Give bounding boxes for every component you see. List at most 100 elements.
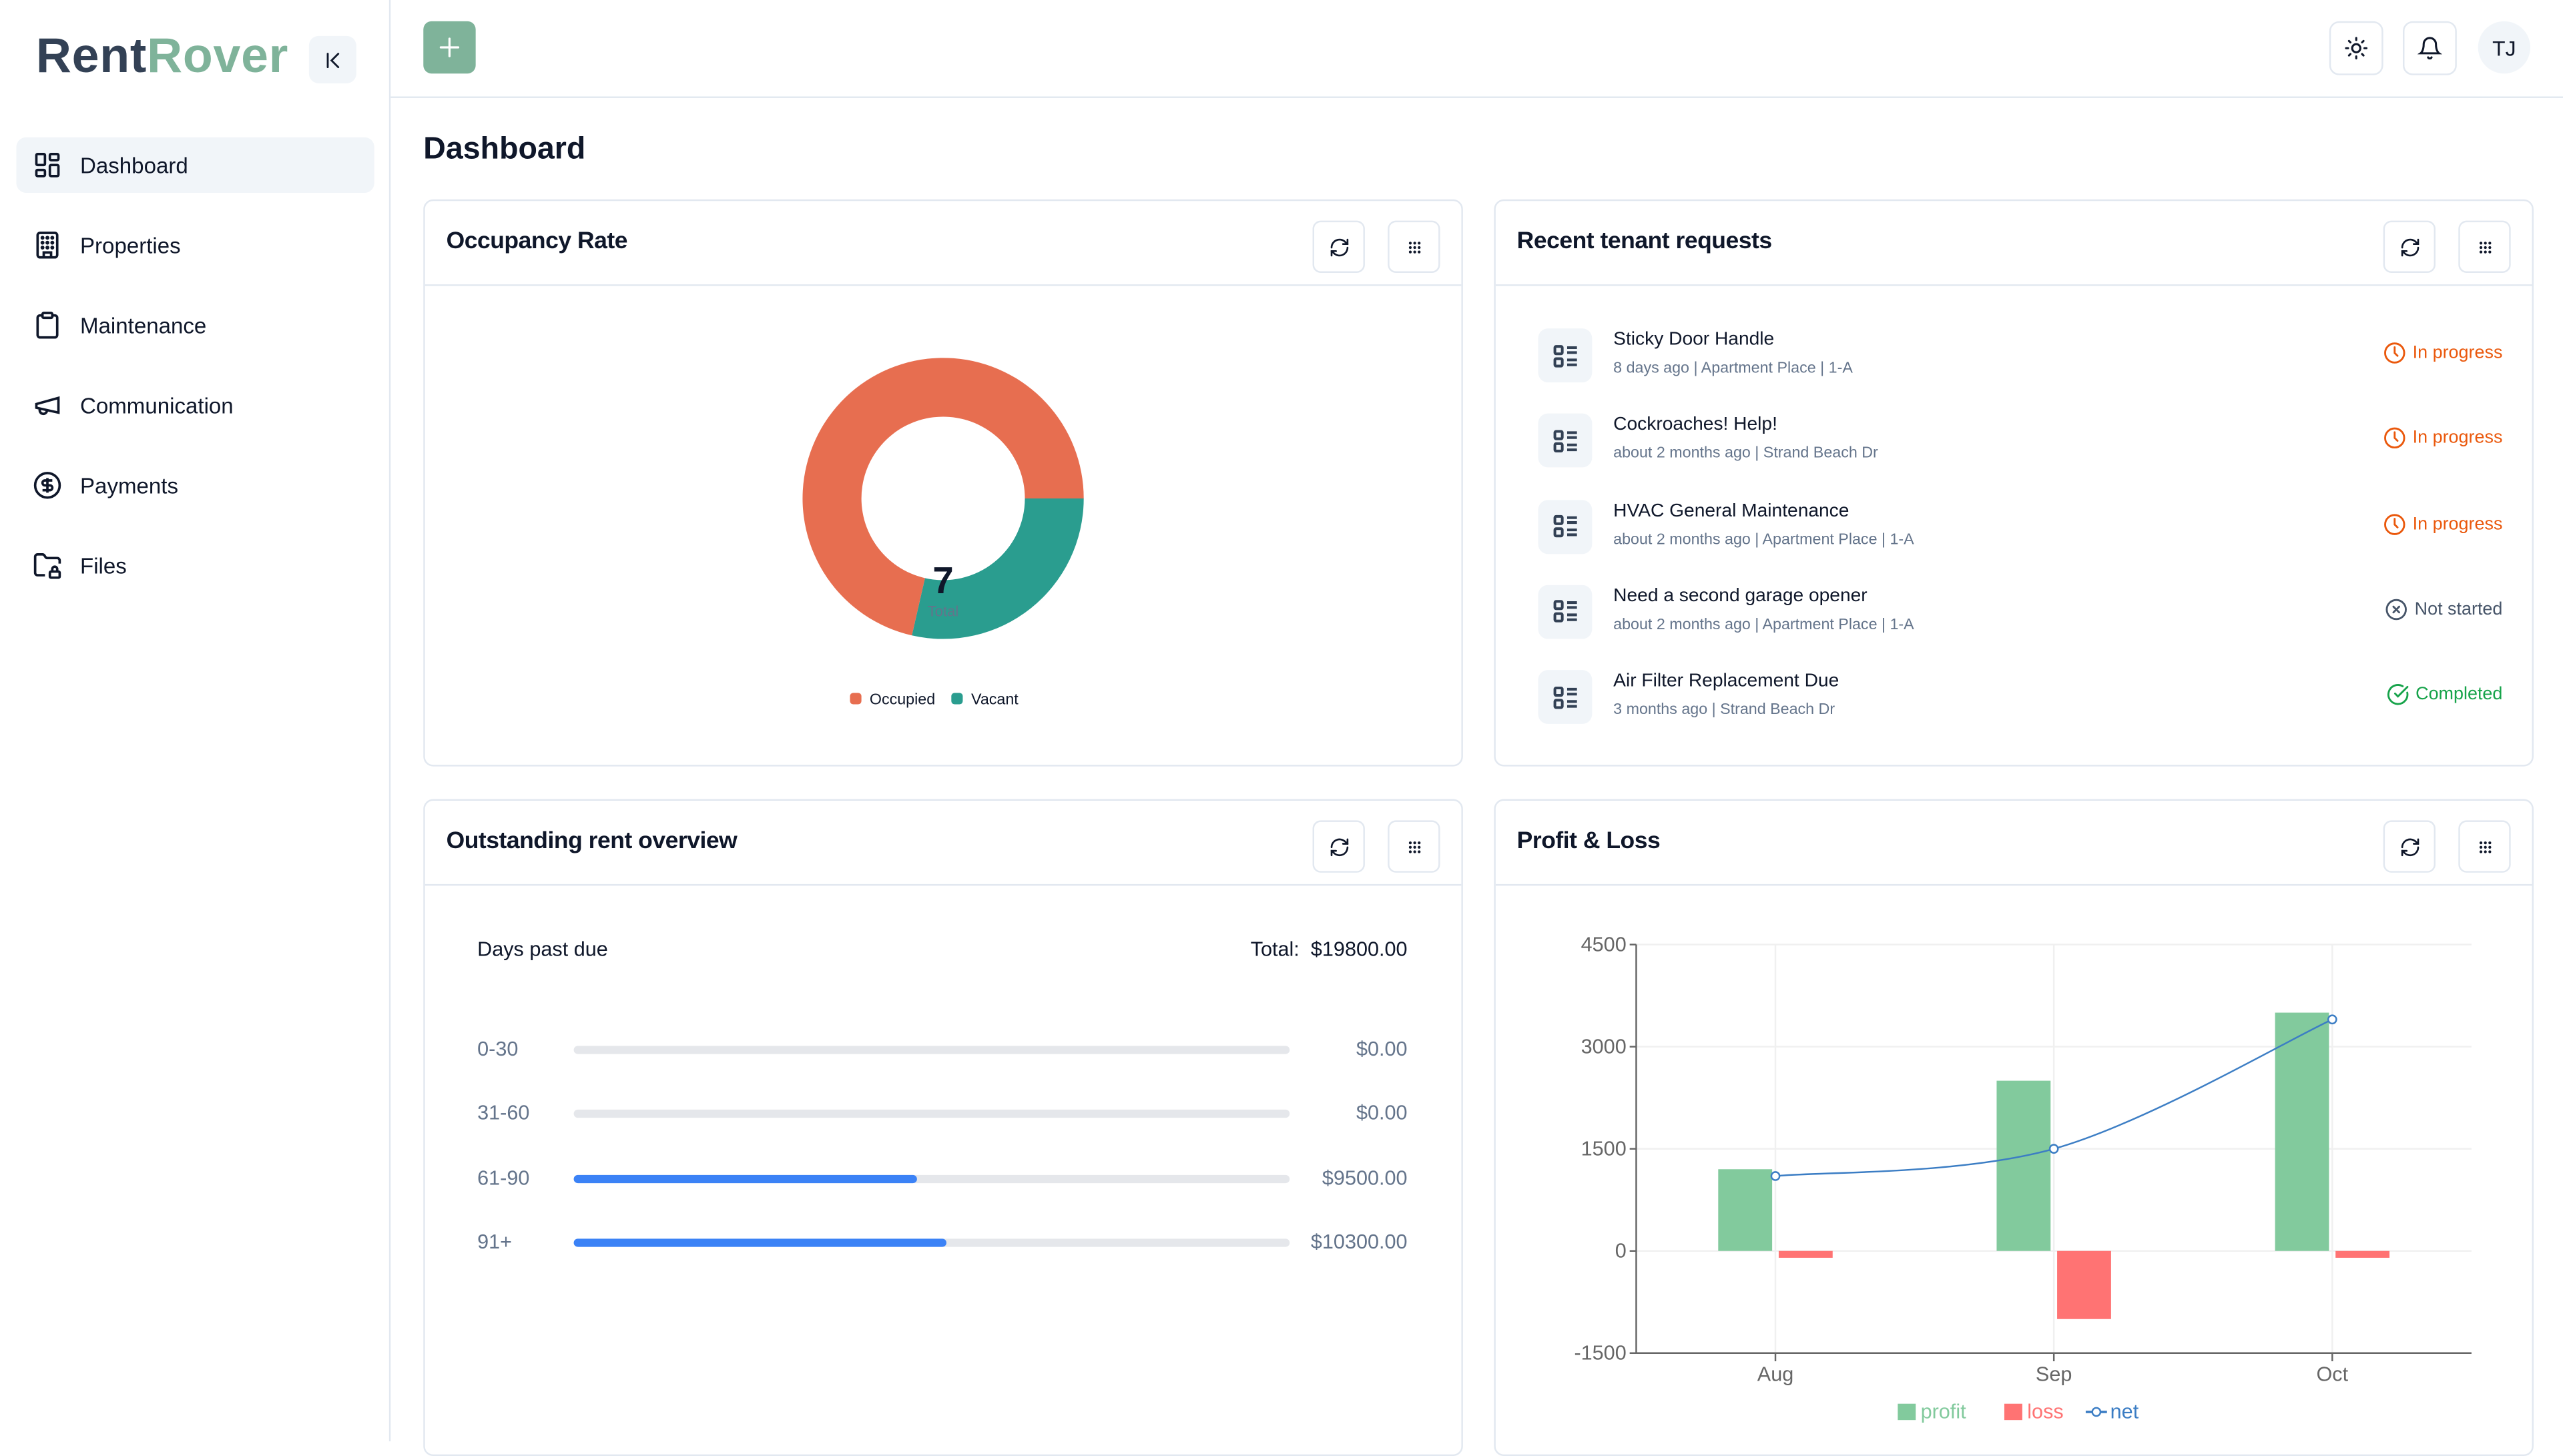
card-title: Outstanding rent overview	[446, 828, 738, 855]
clock-icon	[2383, 342, 2405, 364]
days-past-due-heading: Days past due	[477, 938, 608, 962]
bar-profit-sep[interactable]	[1996, 1080, 2051, 1251]
request-type-icon-box	[1538, 670, 1593, 725]
card-header: Occupancy Rate	[424, 201, 1462, 286]
collapse-left-icon	[326, 51, 338, 67]
status-label: In progress	[2412, 514, 2503, 534]
dashboard-icon	[35, 152, 60, 177]
status-label: Not started	[2414, 599, 2503, 619]
drag-handle-button[interactable]	[1388, 220, 1440, 273]
request-item[interactable]: Sticky Door Handle 8 days ago | Apartmen…	[1538, 328, 2503, 394]
bucket-progress-track	[573, 1174, 1290, 1183]
card-header: Outstanding rent overview	[424, 801, 1462, 886]
refresh-button[interactable]	[2383, 820, 2436, 873]
status-label: In progress	[2412, 343, 2503, 363]
theme-toggle-button[interactable]	[2329, 21, 2383, 75]
sidebar-item-payments[interactable]: Payments	[16, 458, 374, 513]
point-net-sep[interactable]	[2048, 1144, 2059, 1154]
request-status: Completed	[2386, 683, 2502, 706]
donut-center-value: 7	[932, 559, 953, 601]
y-tick-label: 4500	[1581, 933, 1627, 956]
add-button[interactable]	[423, 21, 476, 74]
top-bar: TJ	[390, 0, 2563, 98]
bar-profit-aug[interactable]	[1718, 1169, 1773, 1251]
card-title: Occupancy Rate	[446, 228, 628, 256]
request-status: In progress	[2383, 342, 2503, 364]
refresh-button[interactable]	[1312, 820, 1365, 873]
request-item[interactable]: Cockroaches! Help! about 2 months ago | …	[1538, 414, 2502, 479]
drag-handle-button[interactable]	[2458, 820, 2511, 873]
app-root: RentRover Dashboard Properties Maintenan…	[0, 0, 2563, 1456]
refresh-icon	[1330, 238, 1348, 256]
rent-bucket-row: 91+ $10300.00	[477, 1230, 1407, 1256]
x-tick-label: Aug	[1757, 1363, 1793, 1385]
point-net-aug[interactable]	[1770, 1171, 1781, 1181]
list-icon	[1552, 430, 1577, 452]
sidebar-item-properties[interactable]: Properties	[16, 218, 374, 273]
user-avatar[interactable]: TJ	[2478, 21, 2531, 74]
legend-label: net	[2110, 1401, 2139, 1423]
list-icon	[1552, 515, 1577, 538]
request-meta: about 2 months ago | Apartment Place | 1…	[1613, 616, 1914, 634]
bucket-label: 0-30	[477, 1038, 519, 1061]
legend-item-profit[interactable]: profit	[1898, 1401, 1966, 1423]
x-tick-label: Oct	[2317, 1363, 2349, 1385]
sidebar-item-label: Maintenance	[80, 312, 207, 338]
bucket-progress-fill	[573, 1238, 946, 1247]
bar-loss-aug[interactable]	[1778, 1250, 1833, 1258]
sidebar-item-files[interactable]: Files	[16, 538, 374, 593]
request-item[interactable]: Air Filter Replacement Due 3 months ago …	[1538, 670, 2502, 736]
legend-label: loss	[2027, 1401, 2063, 1423]
bucket-label: 61-90	[477, 1166, 530, 1189]
sidebar-item-dashboard[interactable]: Dashboard	[16, 137, 374, 193]
grip-icon	[1408, 241, 1420, 253]
y-tick-label: 0	[1615, 1240, 1627, 1262]
collapse-sidebar-button[interactable]	[308, 35, 356, 83]
drag-handle-button[interactable]	[2458, 220, 2511, 273]
sidebar-item-maintenance[interactable]: Maintenance	[16, 298, 374, 353]
request-title: Cockroaches! Help!	[1613, 415, 1777, 436]
legend-item-loss[interactable]: loss	[2004, 1401, 2064, 1423]
sidebar-item-communication[interactable]: Communication	[16, 378, 374, 433]
y-tick-label: -1500	[1574, 1342, 1626, 1365]
legend-item-net[interactable]: net	[2085, 1401, 2139, 1423]
bucket-progress-track	[573, 1046, 1290, 1054]
bell-icon	[2417, 37, 2442, 60]
bar-loss-sep[interactable]	[2057, 1250, 2111, 1319]
request-item[interactable]: Need a second garage opener about 2 mont…	[1538, 585, 2503, 650]
refresh-button[interactable]	[2383, 220, 2436, 273]
point-net-oct[interactable]	[2327, 1014, 2337, 1025]
status-label: Completed	[2415, 685, 2503, 705]
legend-swatch	[1898, 1403, 1916, 1421]
check-circle-icon	[2387, 684, 2408, 705]
card-title: Profit & Loss	[1516, 828, 1661, 855]
rent-bucket-row: 61-90 $9500.00	[477, 1166, 1407, 1192]
rent-total-label: Total:	[1250, 938, 1300, 962]
profit-loss-chart: -1500 0 1500 3000 4500 Aug Sep Oct profit loss net	[1574, 933, 2472, 1423]
refresh-button[interactable]	[1312, 220, 1365, 273]
x-tick-label: Sep	[2036, 1363, 2072, 1385]
legend-label: Occupied	[869, 691, 936, 709]
bucket-amount: $0.00	[1356, 1038, 1408, 1061]
notifications-button[interactable]	[2403, 21, 2457, 75]
legend-swatch-vacant	[951, 693, 963, 705]
bar-loss-oct[interactable]	[2335, 1250, 2390, 1258]
bar-profit-oct[interactable]	[2275, 1012, 2329, 1251]
bucket-label: 91+	[477, 1230, 513, 1254]
request-item[interactable]: HVAC General Maintenance about 2 months …	[1538, 499, 2503, 565]
card-header: Recent tenant requests	[1495, 201, 2532, 286]
bucket-amount: $9500.00	[1322, 1166, 1408, 1189]
tenant-requests-card: Recent tenant requests Sticky Door Handl…	[1494, 199, 2534, 767]
bucket-amount: $0.00	[1356, 1102, 1408, 1125]
drag-handle-button[interactable]	[1388, 820, 1440, 873]
list-icon	[1552, 601, 1577, 623]
occupancy-card: Occupancy Rate 7 Total Occupied Vacant	[423, 199, 1463, 767]
building-icon	[36, 232, 59, 259]
request-status: Not started	[2385, 598, 2503, 621]
donut-legend: Occupied Vacant	[850, 691, 1019, 709]
list-icon	[1552, 344, 1577, 367]
sidebar: RentRover Dashboard Properties Maintenan…	[0, 0, 391, 1442]
request-title: Air Filter Replacement Due	[1613, 671, 1839, 692]
card-header: Profit & Loss	[1495, 801, 2532, 886]
outstanding-rent-card: Outstanding rent overview Days past due …	[423, 799, 1463, 1456]
